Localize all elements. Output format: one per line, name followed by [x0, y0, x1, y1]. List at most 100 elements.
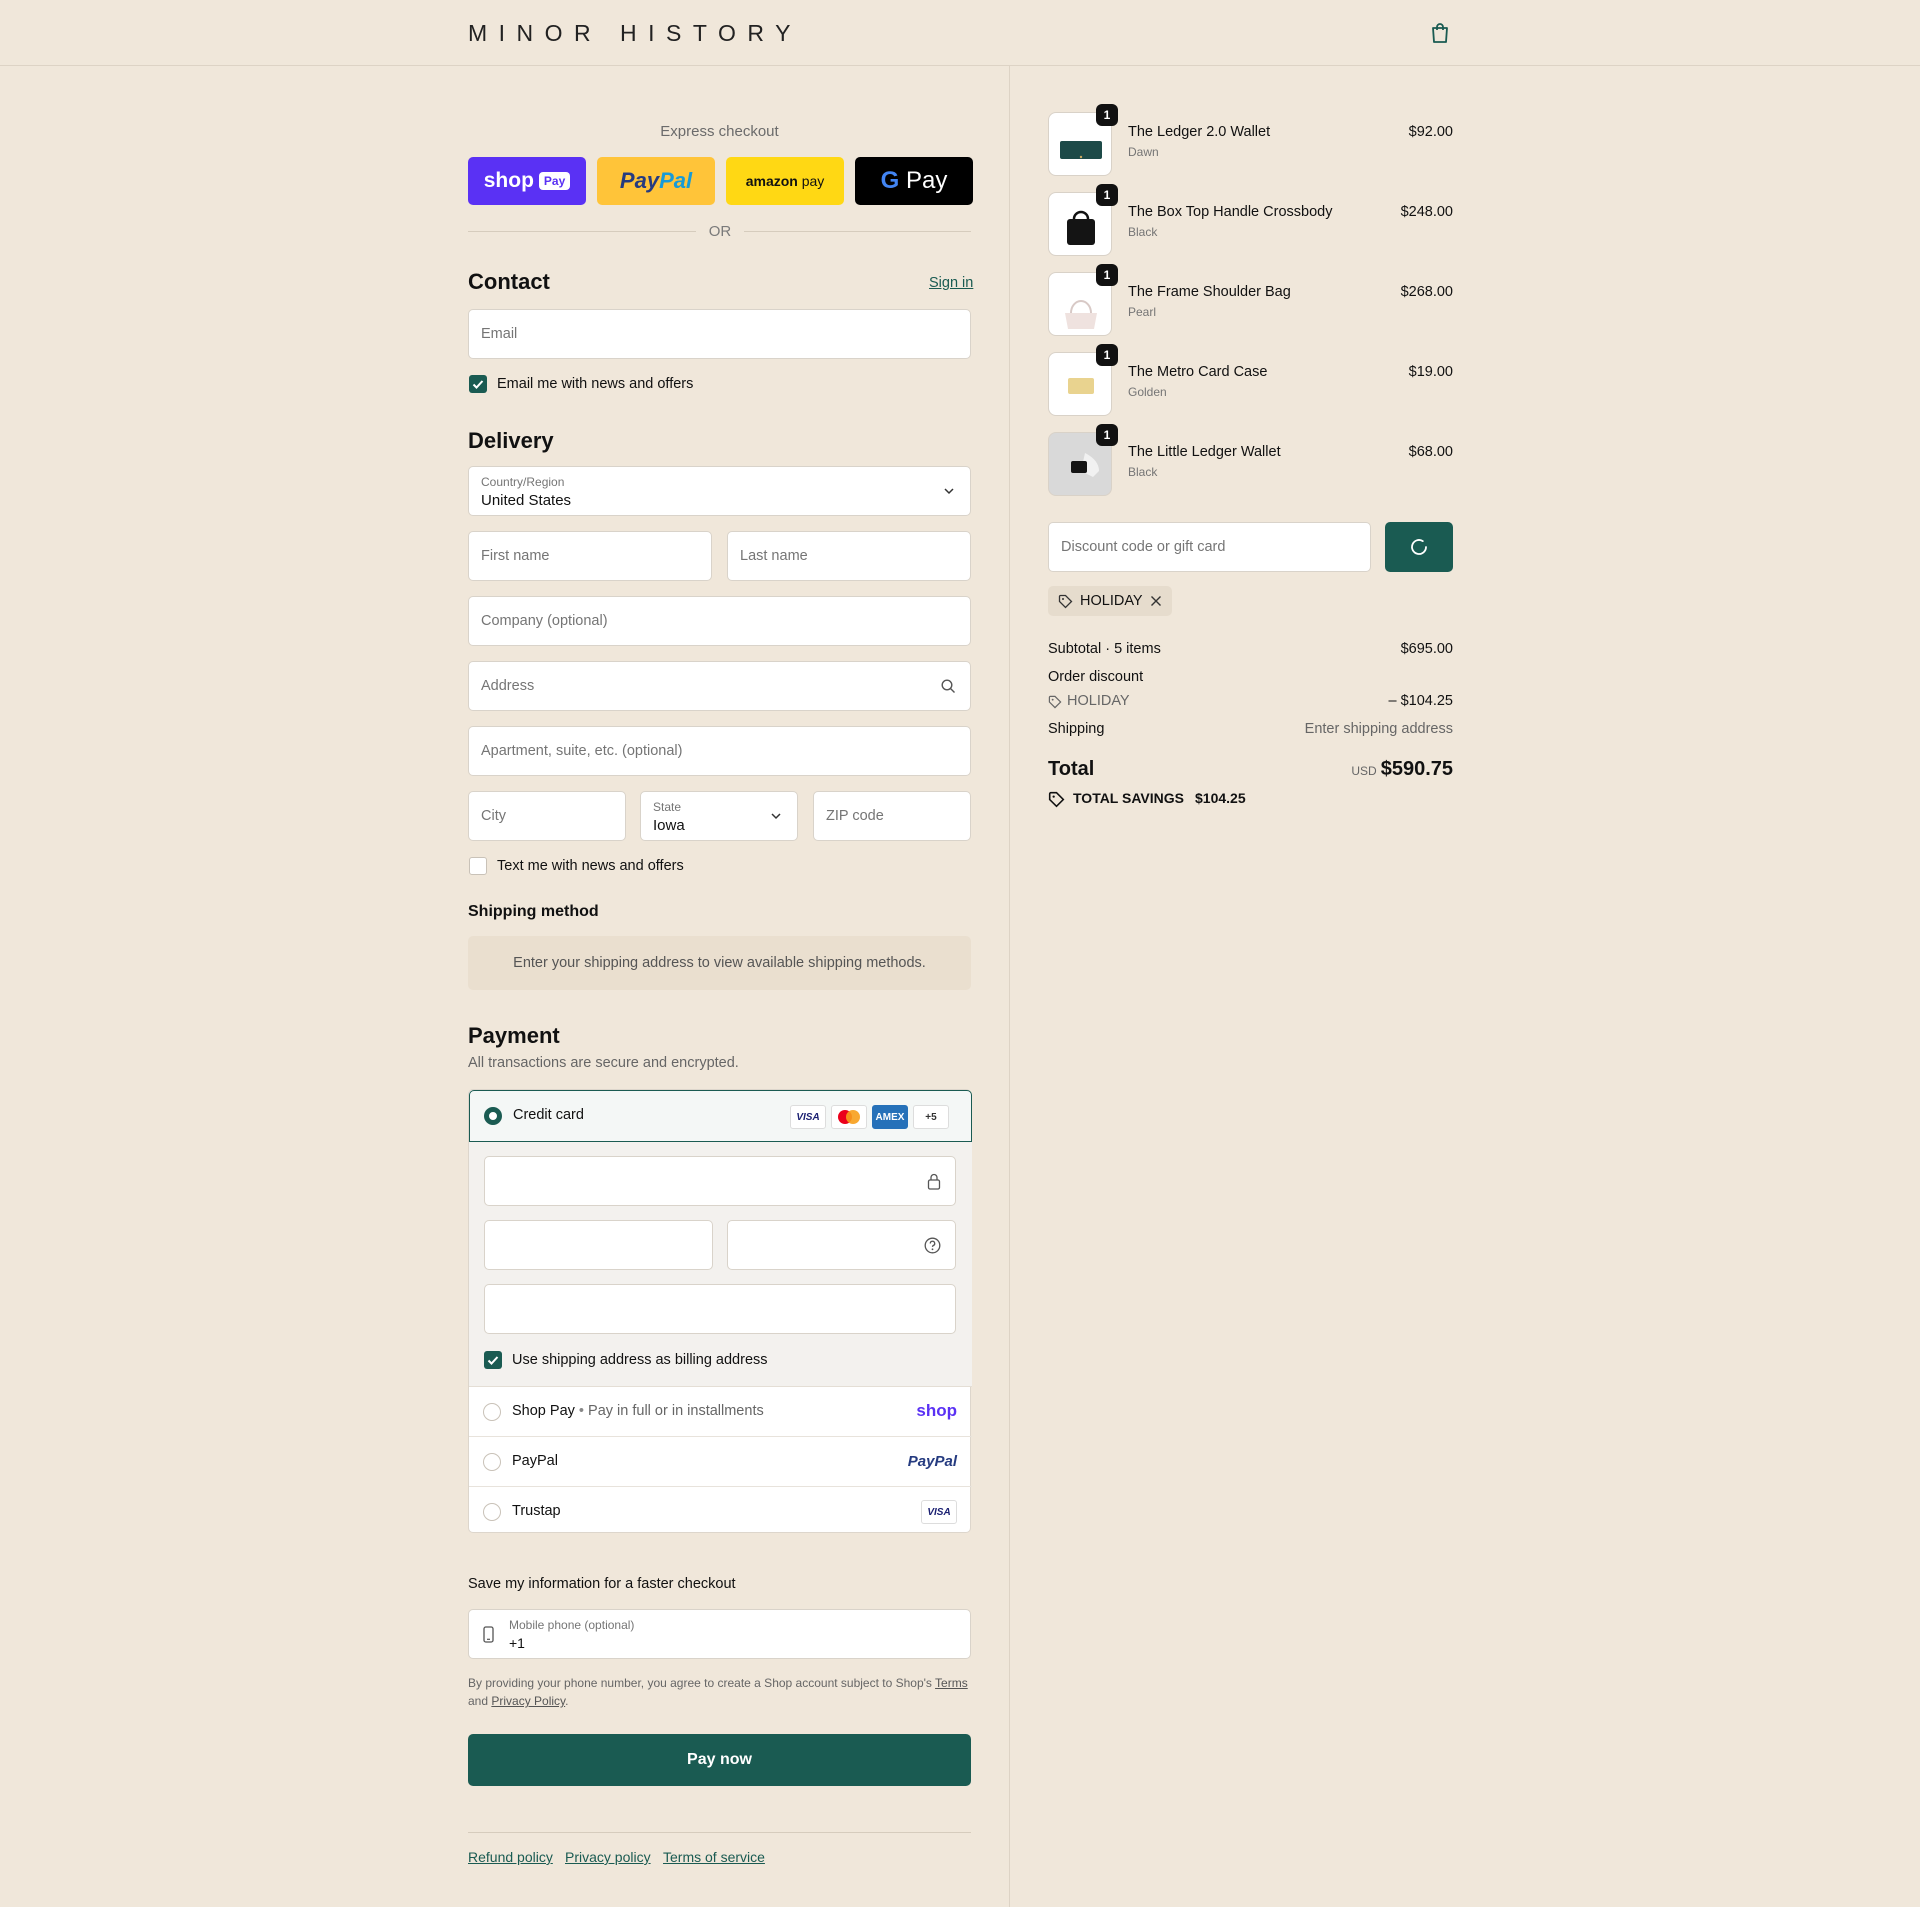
last-name-field[interactable]: Last name [727, 531, 971, 581]
search-icon [941, 679, 955, 693]
shop-pay-option[interactable]: Shop Pay • Pay in full or in installment… [469, 1387, 972, 1437]
column-divider [1009, 66, 1010, 1907]
phone-icon [483, 1626, 494, 1643]
disclaimer-text: By providing your phone number, you agre… [468, 1676, 936, 1690]
zip-placeholder: ZIP code [826, 808, 884, 824]
product-name: The Little Ledger Wallet [1128, 444, 1281, 460]
city-field[interactable]: City [468, 791, 626, 841]
security-code-field[interactable] [727, 1220, 956, 1270]
order-discount-row: Order discount [1048, 669, 1453, 685]
country-select[interactable]: Country/Region United States [468, 466, 971, 516]
line-item: 1 The Ledger 2.0 Wallet Dawn $92.00 [1048, 104, 1453, 176]
privacy-link[interactable]: Privacy Policy [491, 1694, 565, 1708]
total-label: Total [1048, 758, 1095, 780]
shipping-row: Shipping Enter shipping address [1048, 721, 1453, 737]
product-price: $68.00 [1408, 444, 1453, 460]
amazon-pay-button[interactable]: amazon pay [726, 157, 844, 205]
discount-code-field[interactable]: Discount code or gift card [1048, 522, 1371, 572]
country-value: United States [481, 492, 572, 509]
product-name: The Metro Card Case [1128, 364, 1268, 380]
mobile-phone-value: +1 [509, 1635, 525, 1651]
disclaimer-and: and [468, 1694, 492, 1708]
quantity-badge: 1 [1096, 104, 1118, 126]
chevron-down-icon [771, 813, 781, 820]
phone-disclaimer: By providing your phone number, you agre… [468, 1674, 971, 1710]
expiration-field[interactable] [484, 1220, 713, 1270]
credit-card-radio[interactable] [484, 1107, 502, 1125]
paypal-radio[interactable] [483, 1453, 501, 1471]
footer-divider [468, 1832, 971, 1833]
help-icon[interactable] [924, 1237, 941, 1254]
product-variant: Dawn [1128, 145, 1159, 159]
quantity-badge: 1 [1096, 344, 1118, 366]
shop-pay-radio[interactable] [483, 1403, 501, 1421]
shopping-bag-icon[interactable] [1430, 22, 1450, 44]
email-field[interactable]: Email [468, 309, 971, 359]
amex-logo: AMEX [872, 1105, 908, 1129]
shop-pay-button[interactable]: shop Pay [468, 157, 586, 205]
amazon-pay-logo: amazon pay [745, 173, 825, 189]
header: MINOR HISTORY [0, 0, 1920, 66]
product-price: $92.00 [1408, 124, 1453, 140]
total-savings-label: TOTAL SAVINGS [1073, 790, 1184, 806]
terms-link[interactable]: Terms [935, 1676, 968, 1690]
tag-icon [1058, 594, 1073, 609]
line-item: 1 The Little Ledger Wallet Black $68.00 [1048, 424, 1453, 496]
last-name-placeholder: Last name [740, 548, 808, 564]
refund-policy-link[interactable]: Refund policy [468, 1849, 553, 1865]
name-on-card-field[interactable] [484, 1284, 956, 1334]
line-item: 1 The Box Top Handle Crossbody Black $24… [1048, 184, 1453, 256]
total-savings-value: $104.25 [1195, 790, 1246, 806]
shop-pay-logo: shop [483, 169, 534, 192]
store-logo[interactable]: MINOR HISTORY [468, 20, 802, 47]
credit-card-option[interactable]: Credit card VISA AMEX +5 [469, 1090, 972, 1142]
privacy-policy-link[interactable]: Privacy policy [565, 1849, 651, 1865]
company-field[interactable]: Company (optional) [468, 596, 971, 646]
state-select[interactable]: State Iowa [640, 791, 798, 841]
line-item: 1 The Metro Card Case Golden $19.00 [1048, 344, 1453, 416]
mobile-phone-field[interactable]: Mobile phone (optional) +1 [468, 1609, 971, 1659]
terms-of-service-link[interactable]: Terms of service [663, 1849, 765, 1865]
credit-card-form: Use shipping address as billing address [469, 1142, 972, 1387]
sign-in-link[interactable]: Sign in [929, 275, 973, 291]
apartment-placeholder: Apartment, suite, etc. (optional) [481, 743, 683, 759]
pay-now-button[interactable]: Pay now [468, 1734, 971, 1786]
email-news-label: Email me with news and offers [497, 376, 694, 392]
or-divider-left [468, 231, 696, 232]
credit-card-label: Credit card [513, 1107, 584, 1123]
disclaimer-period: . [565, 1694, 569, 1708]
shop-pay-sub: Pay in full or in installments [588, 1403, 764, 1419]
discount-tag-label: HOLIDAY [1080, 593, 1143, 609]
mobile-phone-label: Mobile phone (optional) [509, 1618, 635, 1632]
save-info-heading: Save my information for a faster checkou… [468, 1576, 736, 1592]
city-placeholder: City [481, 808, 506, 824]
card-number-field[interactable] [484, 1156, 956, 1206]
check-icon [472, 380, 484, 389]
subtotal-row: Subtotal · 5 items $695.00 [1048, 641, 1453, 657]
shipping-value: Enter shipping address [1304, 721, 1453, 737]
close-icon[interactable] [1150, 595, 1162, 607]
email-news-checkbox[interactable] [469, 375, 487, 393]
text-news-checkbox[interactable] [469, 857, 487, 875]
total-value: $590.75 [1380, 758, 1453, 780]
shipping-label: Shipping [1048, 721, 1105, 737]
first-name-field[interactable]: First name [468, 531, 712, 581]
apply-discount-button[interactable] [1385, 522, 1453, 572]
paypal-option[interactable]: PayPal PayPal [469, 1437, 972, 1487]
apartment-field[interactable]: Apartment, suite, etc. (optional) [468, 726, 971, 776]
shipping-method-heading: Shipping method [468, 903, 599, 920]
discount-code-placeholder: Discount code or gift card [1061, 539, 1226, 555]
billing-address-checkbox[interactable] [484, 1351, 502, 1369]
product-name: The Box Top Handle Crossbody [1128, 204, 1333, 220]
or-divider-text: OR [708, 223, 732, 240]
address-placeholder: Address [481, 678, 535, 694]
google-pay-button[interactable]: G Pay [855, 157, 973, 205]
shop-pay-badge: Pay [538, 172, 571, 190]
trustap-radio[interactable] [483, 1503, 501, 1521]
shop-pay-label: Shop Pay [512, 1403, 575, 1419]
product-price: $19.00 [1408, 364, 1453, 380]
zip-field[interactable]: ZIP code [813, 791, 971, 841]
trustap-option[interactable]: Trustap VISA [469, 1487, 972, 1537]
address-field[interactable]: Address [468, 661, 971, 711]
paypal-button[interactable]: PayPal [597, 157, 715, 205]
